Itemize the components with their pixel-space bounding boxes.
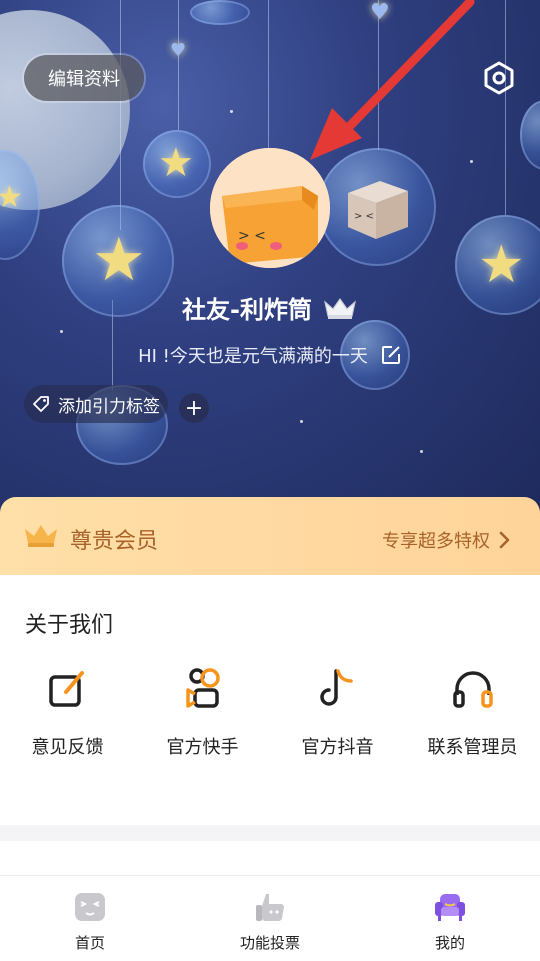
bottom-navigation: 首页 功能投票 我的 <box>0 875 540 961</box>
douyin-label: 官方抖音 <box>301 737 374 758</box>
star-decoration: ★ <box>92 225 146 295</box>
tag-icon <box>33 396 49 412</box>
add-tag-label: 添加引力标签 <box>58 396 160 417</box>
star-decoration: ★ <box>478 235 525 295</box>
about-us-section: 关于我们 意见反馈 官方快手 官方抖音 联系管理员 <box>0 575 540 825</box>
section-divider <box>0 825 540 841</box>
headset-icon <box>452 671 493 708</box>
bio-row[interactable]: HI !今天也是元气满满的一天 <box>0 342 540 368</box>
sparkle-decoration <box>300 420 303 423</box>
feedback-item[interactable]: 意见反馈 <box>0 665 135 759</box>
nav-label-mine: 我的 <box>434 934 465 952</box>
sparkle-decoration <box>60 330 63 333</box>
nav-item-mine[interactable]: 我的 <box>360 876 540 961</box>
edit-bio-icon[interactable] <box>380 344 402 366</box>
sparkle-decoration <box>420 450 423 453</box>
nickname: 社友-利炸筒 <box>182 296 312 324</box>
vip-title: 尊贵会员 <box>70 529 159 554</box>
kuaishou-label: 官方快手 <box>166 737 239 758</box>
crown-icon <box>324 297 356 319</box>
nav-label-vote: 功能投票 <box>239 934 300 952</box>
douyin-item[interactable]: 官方抖音 <box>270 665 405 759</box>
nav-label-home: 首页 <box>74 934 105 952</box>
feedback-label: 意见反馈 <box>31 737 104 758</box>
sofa-icon <box>435 894 465 921</box>
vip-crown-icon <box>25 525 57 547</box>
vip-privileges-link[interactable]: 专享超多特权 <box>382 527 510 553</box>
douyin-icon <box>319 669 353 706</box>
svg-text:> <: > < <box>354 211 374 222</box>
svg-text:> <: > < <box>238 228 266 244</box>
contact-admin-label: 联系管理员 <box>427 737 518 758</box>
contact-admin-item[interactable]: 联系管理员 <box>405 665 540 759</box>
about-grid: 意见反馈 官方快手 官方抖音 联系管理员 <box>0 665 540 759</box>
chevron-right-icon <box>499 531 510 549</box>
add-tag-plus-button[interactable]: + <box>179 393 209 423</box>
vip-membership-bar[interactable]: 尊贵会员 专享超多特权 <box>0 497 540 575</box>
home-face-icon <box>75 893 105 921</box>
nav-item-home[interactable]: 首页 <box>0 876 180 961</box>
nickname-row: 社友-利炸筒 <box>0 290 540 325</box>
nav-item-vote[interactable]: 功能投票 <box>180 876 360 961</box>
kuaishou-icon <box>185 668 220 708</box>
vip-link-label: 专享超多特权 <box>382 531 490 552</box>
thumbs-up-icon <box>256 894 284 922</box>
feedback-edit-icon <box>48 671 84 707</box>
annotation-arrow-icon <box>310 0 475 160</box>
bio-text: HI !今天也是元气满满的一天 <box>138 346 368 367</box>
add-tag-button[interactable]: 添加引力标签 <box>24 385 168 423</box>
kuaishou-item[interactable]: 官方快手 <box>135 665 270 759</box>
section-title: 关于我们 <box>25 613 114 638</box>
